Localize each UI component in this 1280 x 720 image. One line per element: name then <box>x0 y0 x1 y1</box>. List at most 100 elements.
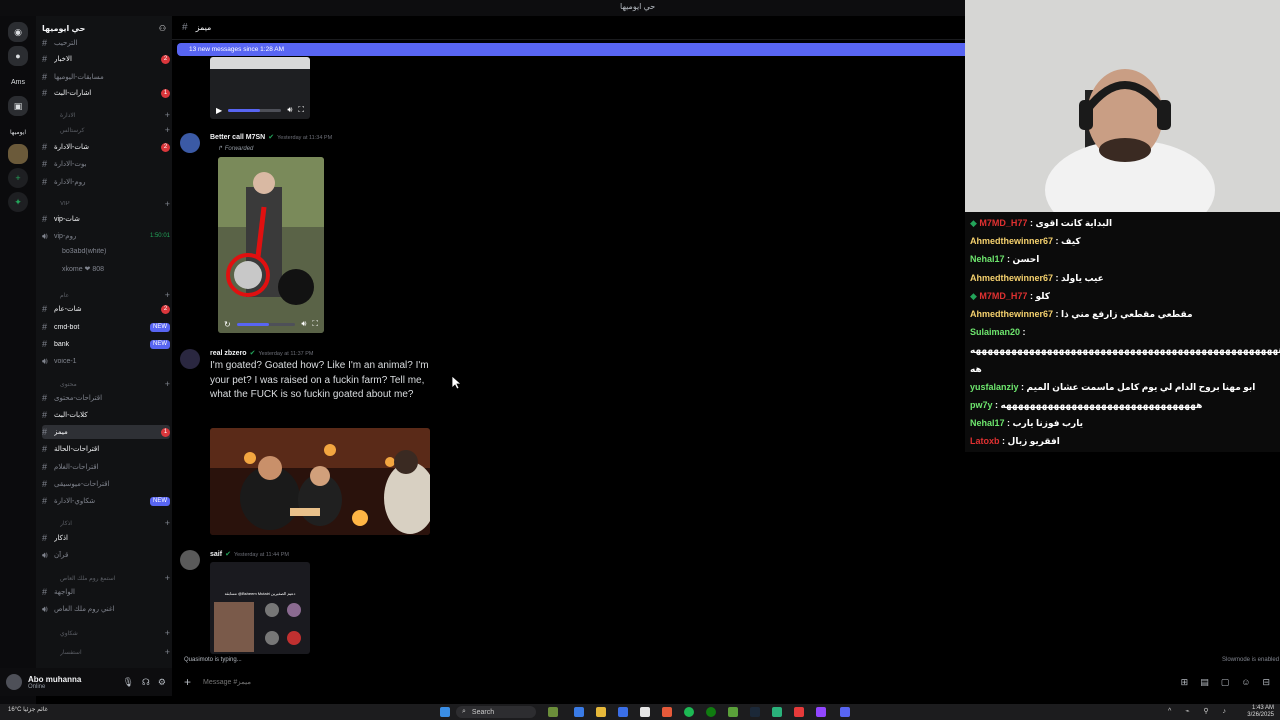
video-seek-bar[interactable] <box>236 322 296 326</box>
channel-item[interactable]: # كلابات-البث <box>42 408 170 422</box>
add-channel-icon[interactable]: + <box>165 290 170 300</box>
channel-item[interactable]: # اشارات-البث 1 <box>42 86 170 100</box>
server-icon[interactable]: ايوميها <box>8 122 28 142</box>
channel-item[interactable]: 🔊︎ vip-روم 1:50:01 <box>42 229 170 243</box>
add-channel-icon[interactable]: + <box>165 199 170 209</box>
replay-icon[interactable]: ↻ <box>224 320 231 329</box>
spotify-icon[interactable] <box>684 707 694 717</box>
channel-category[interactable]: عام + <box>42 288 170 302</box>
channel-item[interactable]: # الواجهة <box>42 585 170 599</box>
add-server-icon[interactable]: + <box>8 168 28 188</box>
channel-item[interactable]: # bank NEW <box>42 337 170 351</box>
store-icon[interactable] <box>640 707 650 717</box>
channel-item[interactable]: 🔊︎ اغني روم ملك العاص <box>42 602 170 616</box>
channel-item[interactable]: # اقتراحات-الغلام <box>42 460 170 474</box>
channel-item[interactable]: # شات-الادارة 2 <box>42 140 170 154</box>
channel-item[interactable]: # اذكار <box>42 531 170 545</box>
video-embed[interactable]: ↻ 🔊︎ ⛶ <box>218 157 324 333</box>
add-attachment-icon[interactable]: + <box>184 675 191 689</box>
server-icon[interactable]: ▣ <box>8 96 28 116</box>
discord-icon[interactable] <box>840 707 850 717</box>
add-channel-icon[interactable]: + <box>165 379 170 389</box>
channel-category[interactable]: الادارة + <box>42 108 170 122</box>
volume-icon[interactable]: 🔊︎ <box>301 319 306 329</box>
add-channel-icon[interactable]: + <box>165 125 170 135</box>
channel-item[interactable]: # بوت-الادارة <box>42 157 170 171</box>
message-author[interactable]: saif <box>210 551 222 558</box>
weather-widget[interactable]: 16°C غائم جزئيا <box>8 706 48 713</box>
channel-item[interactable]: # vip-شات <box>42 212 170 226</box>
voice-member[interactable]: xkome ❤ 808 <box>42 262 170 275</box>
settings-gear-icon[interactable]: ⚙ <box>158 677 166 688</box>
avatar[interactable] <box>6 674 22 690</box>
channel-item[interactable]: # الترحيب <box>42 36 170 50</box>
fullscreen-icon[interactable]: ⛶ <box>312 319 318 329</box>
discord-home-icon[interactable]: ◉ <box>8 22 28 42</box>
twitch-icon[interactable] <box>816 707 826 717</box>
video-embed[interactable]: ▶ 🔊︎ ⛶ <box>210 57 310 119</box>
server-icon[interactable]: ● <box>8 46 28 66</box>
fullscreen-icon[interactable]: ⛶ <box>298 105 304 115</box>
channel-item[interactable]: 🔊︎ voice-1 <box>42 354 170 368</box>
taskbar-app-icon[interactable] <box>794 707 804 717</box>
avatar[interactable] <box>180 133 200 153</box>
channel-category[interactable]: استمع روم ملك العاص + <box>42 571 170 585</box>
message-author[interactable]: real zbzero <box>210 350 247 357</box>
add-channel-icon[interactable]: + <box>165 518 170 528</box>
channel-item[interactable]: # شات-عام 2 <box>42 302 170 316</box>
channel-item[interactable]: # اقتراحات-محتوى <box>42 391 170 405</box>
discover-icon[interactable]: ✦ <box>8 192 28 212</box>
message-author[interactable]: Better call M7SN <box>210 134 265 141</box>
apps-icon[interactable]: ⊟ <box>1262 677 1270 688</box>
channel-category[interactable]: استفسار + <box>42 645 170 659</box>
add-channel-icon[interactable]: + <box>165 573 170 583</box>
channel-category[interactable]: VIP + <box>42 197 170 211</box>
file-explorer-icon[interactable] <box>596 707 606 717</box>
video-seek-bar[interactable] <box>228 108 282 112</box>
message-input[interactable] <box>203 678 1181 686</box>
channel-item[interactable]: # شكاوي-الادارة NEW <box>42 494 170 508</box>
play-icon[interactable]: ▶ <box>216 106 222 115</box>
avatar[interactable] <box>180 550 200 570</box>
headphones-icon[interactable]: ☊ <box>142 677 150 688</box>
add-member-icon[interactable]: ⚇ <box>159 24 166 33</box>
channel-category[interactable]: اذكار + <box>42 516 170 530</box>
taskbar-app-icon[interactable] <box>728 707 738 717</box>
avatar[interactable] <box>180 349 200 369</box>
channel-category[interactable]: شكاوي + <box>42 626 170 640</box>
add-channel-icon[interactable]: + <box>165 110 170 120</box>
sticker-icon[interactable]: ▢ <box>1221 677 1230 688</box>
steam-icon[interactable] <box>750 707 760 717</box>
image-embed[interactable] <box>210 428 430 535</box>
channel-item[interactable]: # اقتراحات-ميوسيقى <box>42 477 170 491</box>
server-icon[interactable]: Ams <box>8 72 28 92</box>
mail-icon[interactable] <box>618 707 628 717</box>
channel-item[interactable]: 🔊︎ قرآن <box>42 548 170 562</box>
brave-icon[interactable] <box>662 707 672 717</box>
mic-icon[interactable]: 🎙︎ <box>122 677 133 688</box>
system-tray[interactable]: ^ ⌁ ⚲ ♪ <box>1168 707 1232 715</box>
channel-item[interactable]: # ميمز 1 <box>42 425 170 439</box>
taskbar-app-icon[interactable] <box>772 707 782 717</box>
add-channel-icon[interactable]: + <box>165 628 170 638</box>
xbox-icon[interactable] <box>706 707 716 717</box>
channel-item[interactable]: # cmd-bot NEW <box>42 320 170 334</box>
channel-item[interactable]: # الاخبار 2 <box>42 52 170 66</box>
gif-icon[interactable]: ▤ <box>1200 677 1209 688</box>
emoji-icon[interactable]: ☺ <box>1241 677 1250 688</box>
new-messages-bar[interactable]: 13 new messages since 1:28 AM <box>177 43 965 56</box>
add-channel-icon[interactable]: + <box>165 647 170 657</box>
channel-item[interactable]: # اقتراحات-الحالة <box>42 442 170 456</box>
channel-category[interactable]: كرستالس + <box>42 123 170 137</box>
taskbar-clock[interactable]: 1:43 AM 3/26/2025 <box>1247 705 1274 719</box>
taskbar-search[interactable]: ⌕ Search <box>456 706 536 718</box>
edge-icon[interactable] <box>574 707 584 717</box>
taskbar-app-icon[interactable] <box>548 707 558 717</box>
volume-icon[interactable]: 🔊︎ <box>287 105 292 115</box>
voice-member[interactable]: bo3abd(white) <box>42 245 170 258</box>
channel-item[interactable]: # مسابقات-اليوميها <box>42 70 170 84</box>
channel-category[interactable]: محتوى + <box>42 377 170 391</box>
server-icon[interactable] <box>8 144 28 164</box>
image-embed[interactable]: مسابقة @Bsheem Mutairi دعيم الصغيرين <box>210 562 310 654</box>
windows-start-icon[interactable] <box>440 707 450 717</box>
